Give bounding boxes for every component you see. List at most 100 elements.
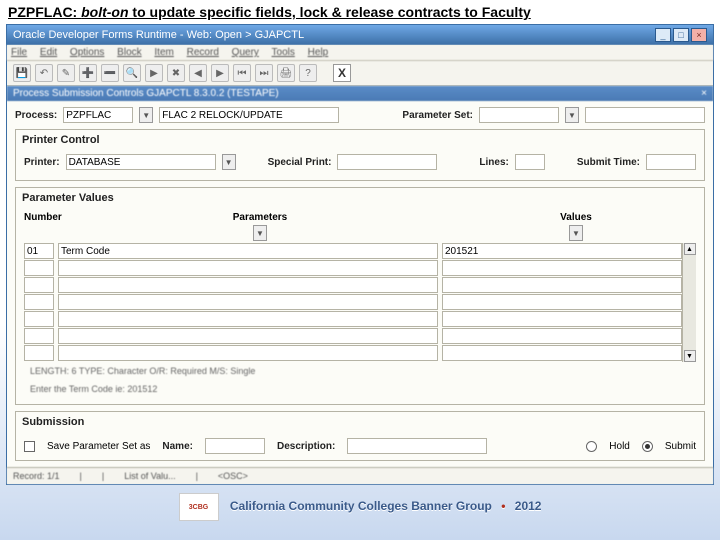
param-number-field[interactable]: [24, 277, 54, 293]
menubar: File Edit Options Block Item Record Quer…: [7, 45, 713, 61]
menu-record[interactable]: Record: [187, 47, 219, 58]
scroll-up-icon[interactable]: ▲: [684, 243, 696, 255]
footer-year: 2012: [515, 499, 542, 513]
print-icon[interactable]: 🖨: [277, 64, 295, 82]
param-value-field[interactable]: [442, 328, 682, 344]
param-value-field[interactable]: [442, 260, 682, 276]
toolbar: 💾 ↶ ✎ ➕ ➖ 🔍 ▶ ✖ ◀ ▶ ⏮ ⏭ 🖨 ? X: [7, 61, 713, 86]
help-icon[interactable]: ?: [299, 64, 317, 82]
param-number-field[interactable]: [24, 243, 54, 259]
paramset-lov-icon[interactable]: ▼: [565, 107, 579, 123]
select-icon[interactable]: ✎: [57, 64, 75, 82]
minimize-button[interactable]: _: [655, 28, 671, 42]
param-meta-1: LENGTH: 6 TYPE: Character O/R: Required …: [24, 362, 696, 380]
content-area: Process: ▼ Parameter Set: ▼ Printer Cont…: [7, 101, 713, 467]
param-name-field[interactable]: [58, 311, 438, 327]
submit-radio[interactable]: [642, 441, 653, 452]
process-label: Process:: [15, 110, 57, 121]
submit-time-label: Submit Time:: [577, 157, 640, 168]
prev-block-icon[interactable]: ⏮: [233, 64, 251, 82]
table-row: [24, 260, 682, 276]
table-row: [24, 243, 682, 259]
param-name-field[interactable]: [58, 243, 438, 259]
enter-query-icon[interactable]: 🔍: [123, 64, 141, 82]
param-value-field[interactable]: [442, 243, 682, 259]
process-lov-icon[interactable]: ▼: [139, 107, 153, 123]
param-value-field[interactable]: [442, 277, 682, 293]
form-close-icon[interactable]: ×: [701, 88, 707, 99]
sub-name-field[interactable]: [205, 438, 265, 454]
maximize-button[interactable]: □: [673, 28, 689, 42]
printer-label: Printer:: [24, 157, 60, 168]
menu-block[interactable]: Block: [117, 47, 141, 58]
save-icon[interactable]: 💾: [13, 64, 31, 82]
param-number-field[interactable]: [24, 328, 54, 344]
cancel-icon[interactable]: ✖: [167, 64, 185, 82]
paramset-field[interactable]: [479, 107, 559, 123]
delete-icon[interactable]: ➖: [101, 64, 119, 82]
scroll-down-icon[interactable]: ▼: [684, 350, 696, 362]
prev-record-icon[interactable]: ◀: [189, 64, 207, 82]
param-name-field[interactable]: [58, 294, 438, 310]
menu-options[interactable]: Options: [70, 47, 104, 58]
statusbar: Record: 1/1 || List of Valu... | <OSC>: [7, 467, 713, 484]
rollback-icon[interactable]: ↶: [35, 64, 53, 82]
param-name-field[interactable]: [58, 277, 438, 293]
submission-section-head: Submission: [16, 412, 704, 432]
process-row: Process: ▼ Parameter Set: ▼: [15, 107, 705, 123]
process-desc-field: [159, 107, 339, 123]
param-number-field[interactable]: [24, 260, 54, 276]
menu-file[interactable]: File: [11, 47, 27, 58]
param-number-field[interactable]: [24, 294, 54, 310]
status-record: Record: 1/1: [13, 471, 60, 481]
next-block-icon[interactable]: ⏭: [255, 64, 273, 82]
lines-label: Lines:: [479, 157, 508, 168]
param-name-field[interactable]: [58, 345, 438, 361]
menu-item[interactable]: Item: [154, 47, 173, 58]
exit-button[interactable]: X: [333, 64, 351, 82]
insert-icon[interactable]: ➕: [79, 64, 97, 82]
menu-tools[interactable]: Tools: [272, 47, 295, 58]
menu-help[interactable]: Help: [308, 47, 329, 58]
submission-section: Submission Save Parameter Set as Name: D…: [15, 411, 705, 461]
param-value-field[interactable]: [442, 311, 682, 327]
special-print-field[interactable]: [337, 154, 437, 170]
param-name-field[interactable]: [58, 328, 438, 344]
form-titlebar: Process Submission Controls GJAPCTL 8.3.…: [7, 86, 713, 101]
param-value-field[interactable]: [442, 345, 682, 361]
sub-desc-field[interactable]: [347, 438, 487, 454]
param-scrollbar[interactable]: ▲ ▼: [682, 243, 696, 362]
next-record-icon[interactable]: ▶: [211, 64, 229, 82]
menu-edit[interactable]: Edit: [40, 47, 57, 58]
titlebar: Oracle Developer Forms Runtime - Web: Op…: [7, 25, 713, 45]
slide-title: PZPFLAC: bolt-on to update specific fiel…: [0, 0, 720, 24]
save-paramset-checkbox[interactable]: [24, 441, 35, 452]
param-name-field[interactable]: [58, 260, 438, 276]
table-row: [24, 294, 682, 310]
app-window: Oracle Developer Forms Runtime - Web: Op…: [6, 24, 714, 485]
hold-radio[interactable]: [586, 441, 597, 452]
close-button[interactable]: ×: [691, 28, 707, 42]
footer: 3CBG California Community Colleges Banne…: [0, 485, 720, 525]
form-title: Process Submission Controls GJAPCTL 8.3.…: [13, 88, 279, 99]
printer-lov-icon[interactable]: ▼: [222, 154, 236, 170]
sub-desc-label: Description:: [277, 441, 335, 452]
param-lov-icon[interactable]: ▼: [253, 225, 267, 241]
printer-field[interactable]: [66, 154, 216, 170]
param-number-field[interactable]: [24, 345, 54, 361]
param-columns: Number Parameters Values: [24, 212, 696, 225]
param-value-field[interactable]: [442, 294, 682, 310]
lines-field[interactable]: [515, 154, 545, 170]
submit-time-field[interactable]: [646, 154, 696, 170]
title-prefix: PZPFLAC:: [8, 4, 81, 20]
value-lov-icon[interactable]: ▼: [569, 225, 583, 241]
col-values: Values: [456, 212, 696, 223]
titlebar-buttons: _ □ ×: [655, 28, 707, 42]
paramset-label: Parameter Set:: [402, 110, 473, 121]
param-number-field[interactable]: [24, 311, 54, 327]
execute-icon[interactable]: ▶: [145, 64, 163, 82]
process-field[interactable]: [63, 107, 133, 123]
table-row: [24, 345, 682, 361]
title-emph: bolt-on: [81, 4, 128, 20]
menu-query[interactable]: Query: [232, 47, 259, 58]
